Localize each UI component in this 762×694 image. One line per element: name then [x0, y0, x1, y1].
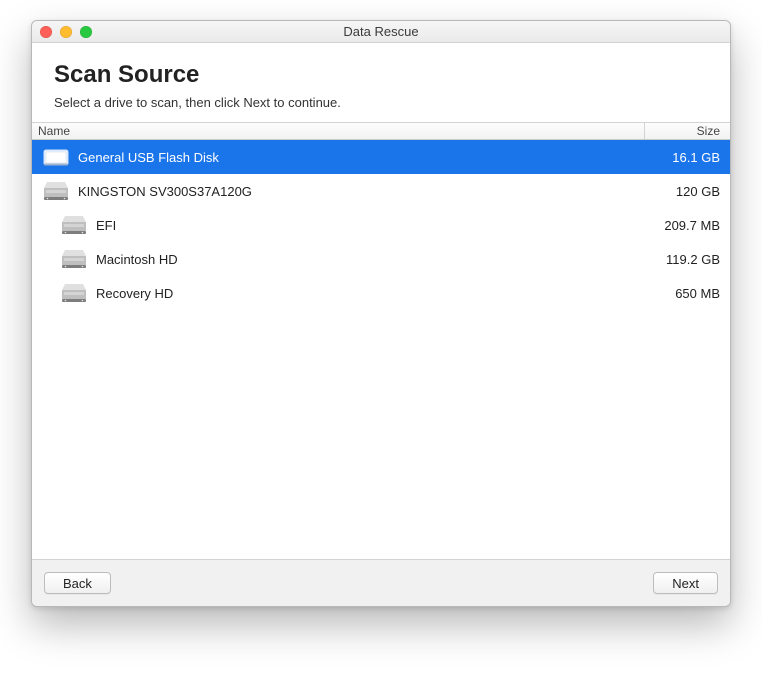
drive-size-label: 209.7 MB: [645, 218, 730, 233]
drive-name-cell: Recovery HD: [32, 281, 645, 305]
window-controls: [32, 26, 92, 38]
table-row[interactable]: KINGSTON SV300S37A120G 120 GB: [32, 174, 730, 208]
table-row[interactable]: Macintosh HD 119.2 GB: [32, 242, 730, 276]
close-icon[interactable]: [40, 26, 52, 38]
table-row[interactable]: Recovery HD 650 MB: [32, 276, 730, 310]
drive-name-label: General USB Flash Disk: [78, 150, 219, 165]
zoom-icon[interactable]: [80, 26, 92, 38]
footer: Back Next: [32, 560, 730, 606]
app-window: Data Rescue Scan Source Select a drive t…: [31, 20, 731, 607]
drive-size-label: 16.1 GB: [645, 150, 730, 165]
back-button[interactable]: Back: [44, 572, 111, 594]
page-header: Scan Source Select a drive to scan, then…: [32, 43, 730, 122]
next-button[interactable]: Next: [653, 572, 718, 594]
column-header-name[interactable]: Name: [32, 123, 645, 139]
drive-size-label: 119.2 GB: [645, 252, 730, 267]
drive-name-cell: General USB Flash Disk: [32, 145, 645, 169]
page-subtitle: Select a drive to scan, then click Next …: [54, 95, 708, 110]
hard-drive-icon: [60, 213, 88, 237]
table-row[interactable]: General USB Flash Disk 16.1 GB: [32, 140, 730, 174]
drive-name-label: EFI: [96, 218, 116, 233]
drive-name-label: Recovery HD: [96, 286, 173, 301]
hard-drive-icon: [60, 247, 88, 271]
column-header-size[interactable]: Size: [645, 123, 730, 139]
drive-name-label: Macintosh HD: [96, 252, 178, 267]
drive-size-label: 650 MB: [645, 286, 730, 301]
hard-drive-icon: [60, 281, 88, 305]
drive-size-label: 120 GB: [645, 184, 730, 199]
drive-name-label: KINGSTON SV300S37A120G: [78, 184, 252, 199]
page-title: Scan Source: [54, 61, 708, 89]
minimize-icon[interactable]: [60, 26, 72, 38]
window-title: Data Rescue: [32, 24, 730, 39]
titlebar: Data Rescue: [32, 21, 730, 43]
table-row[interactable]: EFI 209.7 MB: [32, 208, 730, 242]
drive-name-cell: Macintosh HD: [32, 247, 645, 271]
usb-drive-icon: [42, 145, 70, 169]
drive-list: General USB Flash Disk 16.1 GB KINGSTON SV…: [32, 140, 730, 560]
drive-name-cell: EFI: [32, 213, 645, 237]
hard-drive-icon: [42, 179, 70, 203]
drive-name-cell: KINGSTON SV300S37A120G: [32, 179, 645, 203]
table-header: Name Size: [32, 122, 730, 140]
